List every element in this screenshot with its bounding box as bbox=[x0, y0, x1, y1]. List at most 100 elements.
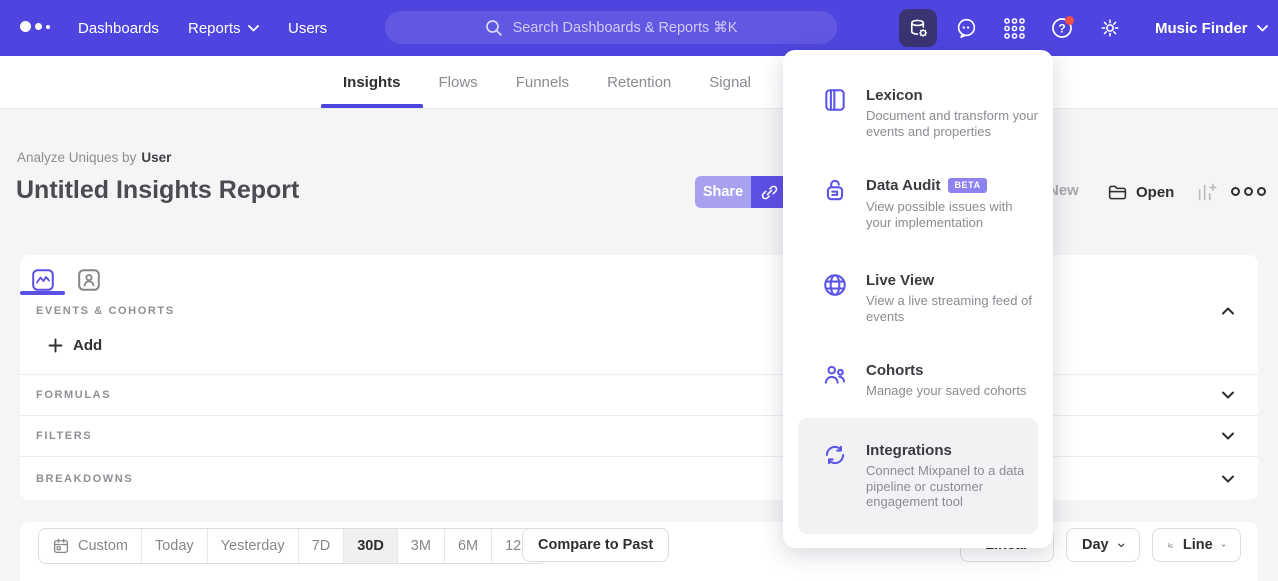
interval-dropdown[interactable]: Day bbox=[1066, 528, 1140, 562]
beta-badge: BETA bbox=[948, 178, 986, 193]
range-6m-label: 6M bbox=[458, 538, 478, 554]
add-to-dashboard-button[interactable] bbox=[1196, 181, 1218, 203]
nav-users-label: Users bbox=[288, 20, 327, 37]
range-yesterday[interactable]: Yesterday bbox=[207, 529, 298, 563]
search-placeholder: Search Dashboards & Reports ⌘K bbox=[513, 20, 738, 36]
feedback-button[interactable] bbox=[947, 9, 985, 47]
events-cohorts-label: EVENTS & COHORTS bbox=[36, 305, 175, 317]
section-formulas[interactable]: FORMULAS bbox=[20, 374, 1258, 415]
report-tabbar: Insights Flows Funnels Retention Signal … bbox=[0, 56, 1278, 109]
mixpanel-logo-icon[interactable] bbox=[20, 21, 50, 32]
chevron-down-icon bbox=[1257, 25, 1268, 32]
compare-to-past-button[interactable]: Compare to Past bbox=[522, 528, 669, 562]
range-30d[interactable]: 30D bbox=[343, 529, 397, 563]
apps-grid-button[interactable] bbox=[995, 9, 1033, 47]
feedback-icon bbox=[955, 17, 978, 40]
nav-reports-label: Reports bbox=[188, 20, 241, 37]
people-icon bbox=[822, 362, 848, 388]
sync-icon bbox=[822, 442, 848, 468]
tab-funnels-label: Funnels bbox=[516, 74, 569, 91]
chevron-down-icon[interactable] bbox=[1222, 432, 1234, 440]
tab-insights-label: Insights bbox=[343, 74, 401, 91]
add-chart-icon bbox=[1196, 181, 1218, 203]
range-yesterday-label: Yesterday bbox=[221, 538, 285, 554]
subtab-events[interactable] bbox=[32, 269, 54, 291]
interval-label: Day bbox=[1082, 537, 1109, 553]
tab-signal-label: Signal bbox=[709, 74, 751, 91]
apps-grid-icon bbox=[1004, 18, 1025, 39]
cohorts-description: Manage your saved cohorts bbox=[866, 383, 1026, 399]
svg-text:?: ? bbox=[1058, 21, 1065, 35]
calendar-icon bbox=[52, 537, 70, 555]
nav-users[interactable]: Users bbox=[288, 0, 327, 56]
line-chart-icon bbox=[1168, 536, 1174, 554]
range-today[interactable]: Today bbox=[141, 529, 207, 563]
range-7d-label: 7D bbox=[312, 538, 331, 554]
subtab-profiles[interactable] bbox=[78, 269, 100, 291]
cohorts-title: Cohorts bbox=[866, 362, 1026, 379]
open-label: Open bbox=[1136, 184, 1174, 201]
app-window: Dashboards Reports Users Search Dashboar… bbox=[0, 0, 1278, 581]
range-custom[interactable]: Custom bbox=[39, 529, 141, 563]
chart-type-dropdown[interactable]: Line bbox=[1152, 528, 1241, 562]
page-title[interactable]: Untitled Insights Report bbox=[16, 176, 299, 205]
subtab-active-indicator bbox=[20, 291, 65, 295]
formulas-label: FORMULAS bbox=[36, 389, 111, 401]
range-7d[interactable]: 7D bbox=[298, 529, 344, 563]
menu-item-cohorts[interactable]: Cohorts Manage your saved cohorts bbox=[798, 350, 1038, 411]
range-30d-label: 30D bbox=[357, 538, 384, 554]
user-profile-icon bbox=[78, 269, 100, 291]
chevron-down-icon[interactable] bbox=[1222, 475, 1234, 483]
data-management-button[interactable] bbox=[899, 9, 937, 47]
range-6m[interactable]: 6M bbox=[444, 529, 491, 563]
settings-gear-icon bbox=[1099, 17, 1121, 39]
help-button[interactable]: ? bbox=[1043, 9, 1081, 47]
lexicon-description: Document and transform your events and p… bbox=[866, 108, 1038, 139]
tab-retention-label: Retention bbox=[607, 74, 671, 91]
data-audit-title: Data Audit bbox=[866, 177, 940, 194]
live-view-title: Live View bbox=[866, 272, 1038, 289]
section-filters[interactable]: FILTERS bbox=[20, 415, 1258, 456]
tab-funnels[interactable]: Funnels bbox=[516, 56, 569, 108]
menu-item-integrations[interactable]: Integrations Connect Mixpanel to a data … bbox=[798, 418, 1038, 534]
range-custom-label: Custom bbox=[78, 538, 128, 554]
search-input[interactable]: Search Dashboards & Reports ⌘K bbox=[385, 11, 837, 44]
tab-flows[interactable]: Flows bbox=[439, 56, 478, 108]
chevron-up-icon[interactable] bbox=[1222, 307, 1234, 315]
menu-item-lexicon[interactable]: Lexicon Document and transform your even… bbox=[798, 75, 1038, 151]
range-3m-label: 3M bbox=[411, 538, 431, 554]
menu-item-data-audit[interactable]: Data AuditBETA View possible issues with… bbox=[798, 165, 1038, 242]
nav-dashboards[interactable]: Dashboards bbox=[78, 0, 159, 56]
integrations-title: Integrations bbox=[866, 442, 1038, 459]
range-today-label: Today bbox=[155, 538, 194, 554]
subtitle-prefix: Analyze Uniques by bbox=[17, 150, 136, 165]
settings-button[interactable] bbox=[1091, 9, 1129, 47]
tab-insights[interactable]: Insights bbox=[343, 56, 401, 108]
section-breakdowns[interactable]: BREAKDOWNS bbox=[20, 456, 1258, 500]
chevron-down-icon[interactable] bbox=[1222, 391, 1234, 399]
range-3m[interactable]: 3M bbox=[397, 529, 444, 563]
section-events-cohorts[interactable]: EVENTS & COHORTS bbox=[36, 300, 1234, 322]
add-event-button[interactable]: Add bbox=[48, 337, 102, 354]
filters-label: FILTERS bbox=[36, 430, 92, 442]
project-name: Music Finder bbox=[1155, 20, 1248, 37]
project-switcher[interactable]: Music Finder bbox=[1155, 0, 1268, 56]
share-button-group: Share bbox=[695, 176, 788, 208]
menu-item-live-view[interactable]: Live View View a live streaming feed of … bbox=[798, 260, 1038, 336]
tab-flows-label: Flows bbox=[439, 74, 478, 91]
share-button[interactable]: Share bbox=[695, 176, 751, 208]
live-view-description: View a live streaming feed of events bbox=[866, 293, 1038, 324]
chevron-down-icon bbox=[248, 25, 259, 32]
open-report-button[interactable]: Open bbox=[1107, 182, 1174, 203]
report-subtitle: Analyze Uniques by User bbox=[17, 150, 171, 165]
integrations-description: Connect Mixpanel to a data pipeline or c… bbox=[866, 463, 1038, 510]
data-management-menu: Lexicon Document and transform your even… bbox=[783, 50, 1053, 548]
nav-reports[interactable]: Reports bbox=[188, 0, 259, 56]
analysis-entity[interactable]: User bbox=[141, 150, 171, 165]
tab-retention[interactable]: Retention bbox=[607, 56, 671, 108]
chart-type-label: Line bbox=[1183, 537, 1213, 553]
more-options-button[interactable] bbox=[1231, 187, 1266, 196]
query-builder-card: EVENTS & COHORTS Add FORMULAS FILTERS BR… bbox=[20, 255, 1258, 500]
audit-lock-icon bbox=[822, 177, 848, 203]
tab-signal[interactable]: Signal bbox=[709, 56, 751, 108]
